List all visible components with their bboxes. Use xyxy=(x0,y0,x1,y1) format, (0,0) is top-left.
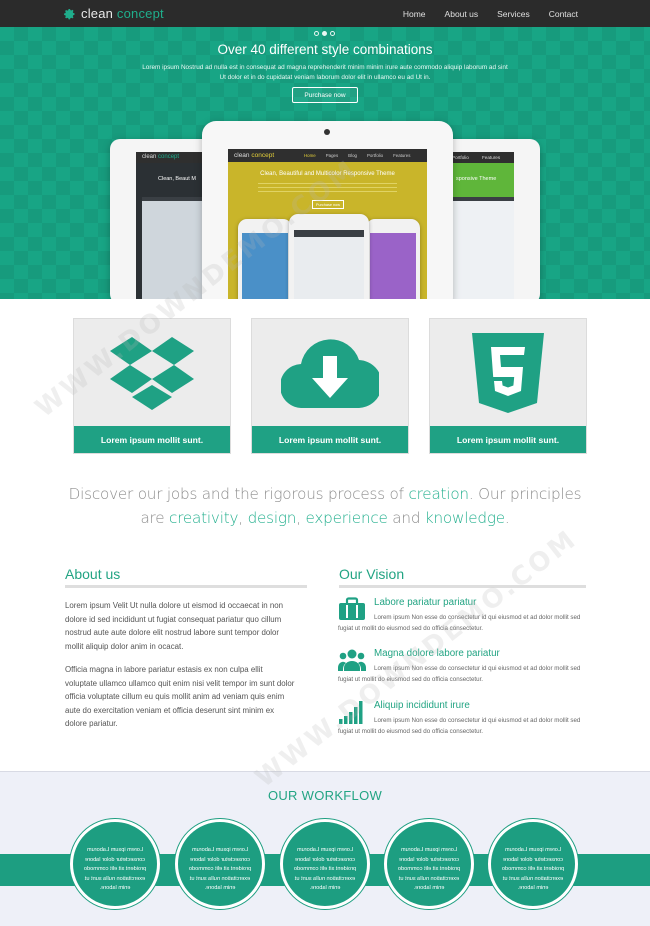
main-nav: Home About us Services Contact xyxy=(403,0,578,27)
workflow-step[interactable]: Lorem ipsum Laborum consectetur dolor la… xyxy=(384,819,474,909)
mini-brand: clean concept xyxy=(142,154,180,160)
top-navbar: clean concept Home About us Services Con… xyxy=(0,0,650,27)
feature-label: Lorem ipsum mollit sunt. xyxy=(252,426,408,453)
feature-label: Lorem ipsum mollit sunt. xyxy=(430,426,586,453)
about-divider xyxy=(65,585,307,588)
feature-icon-wrap xyxy=(252,319,408,426)
cloud-download-icon xyxy=(281,338,379,408)
mini-headline: Clean, Beautiful and Multicolor Responsi… xyxy=(260,171,395,177)
vision-title: Our Vision xyxy=(339,566,405,582)
tagline: Discover our jobs and the rigorous proce… xyxy=(68,485,582,527)
purchase-button[interactable]: Purchase now xyxy=(292,87,358,103)
workflow-section: OUR WORKFLOW Lorem ipsum Laborum consect… xyxy=(0,771,650,926)
slider-dot[interactable] xyxy=(330,31,335,36)
mini-nav-features: Features xyxy=(482,155,501,160)
workflow-title: OUR WORKFLOW xyxy=(267,788,383,803)
vision-item-text: Lorem ipsum Non esse do consectetur id q… xyxy=(338,665,581,683)
mini-nav-features: Features xyxy=(393,153,411,158)
hero-text: Lorem ipsum Nostrud ad nulla est in cons… xyxy=(142,64,508,81)
feature-icon-wrap xyxy=(430,319,586,426)
feature-box-dropbox[interactable]: Lorem ipsum mollit sunt. xyxy=(73,318,231,454)
phone-screen xyxy=(242,233,288,299)
mini-nav-portfolio: Portfolio xyxy=(366,153,384,158)
brand-name: clean concept xyxy=(81,6,164,21)
gear-icon xyxy=(64,8,75,19)
nav-home[interactable]: Home xyxy=(403,9,426,19)
nav-contact[interactable]: Contact xyxy=(549,9,578,19)
feature-label: Lorem ipsum mollit sunt. xyxy=(74,426,230,453)
nav-services[interactable]: Services xyxy=(497,9,530,19)
workflow-step-text: Lorem ipsum Laborum consectetur dolor la… xyxy=(397,847,461,892)
workflow-step-text: Lorem ipsum Laborum consectetur dolor la… xyxy=(501,847,565,892)
vision-item-title: Labore pariatur pariatur xyxy=(374,597,477,608)
about-paragraph-2: Officia magna in labore pariatur estasis… xyxy=(65,665,295,729)
tagline-link-knowledge: knowledge xyxy=(424,509,505,527)
tagline-link-creativity: creativity xyxy=(169,509,239,527)
mini-text xyxy=(258,183,397,195)
dropbox-icon xyxy=(110,336,194,410)
phone-screen xyxy=(370,233,416,299)
workflow-step[interactable]: Lorem ipsum Laborum consectetur dolor la… xyxy=(70,819,160,909)
mini-nav-blog: Blog xyxy=(348,153,357,158)
nav-about-us[interactable]: About us xyxy=(445,9,479,19)
phone-mockup-right xyxy=(366,219,420,299)
vision-item-title: Magna dolore labore pariatur xyxy=(374,648,500,659)
workflow-step[interactable]: Lorem ipsum Laborum consectetur dolor la… xyxy=(280,819,370,909)
phone-mockup-left xyxy=(238,219,292,299)
vision-divider xyxy=(339,585,586,588)
vision-item-text: Lorem ipsum Non esse do consectetur id q… xyxy=(338,717,581,735)
mini-screenshot xyxy=(450,197,514,299)
mini-nav-home: Home xyxy=(304,153,316,158)
tagline-link-creation: creation xyxy=(408,485,469,503)
html5-icon xyxy=(472,332,544,413)
hero-slider: Over 40 different style combinations Lor… xyxy=(0,27,650,299)
workflow-step[interactable]: Lorem ipsum Laborum consectetur dolor la… xyxy=(488,819,578,909)
mini-headline: sponsive Theme xyxy=(456,176,497,182)
feature-box-cloud[interactable]: Lorem ipsum mollit sunt. xyxy=(251,318,409,454)
feature-box-html5[interactable]: Lorem ipsum mollit sunt. xyxy=(429,318,587,454)
tagline-link-design: design xyxy=(247,509,297,527)
about-title: About us xyxy=(65,566,121,582)
slider-dot-active[interactable] xyxy=(322,31,327,36)
workflow-step-text: Lorem ipsum Laborum consectetur dolor la… xyxy=(83,847,147,892)
workflow-step-text: Lorem ipsum Laborum consectetur dolor la… xyxy=(293,847,357,892)
vision-item-title: Aliquip incididunt irure xyxy=(374,700,470,711)
brand-logo[interactable]: clean concept xyxy=(64,4,164,23)
phone-screen xyxy=(294,230,364,299)
mini-nav-portfolio: Portfolio xyxy=(452,155,469,160)
mini-brand: clean concept xyxy=(234,152,275,159)
workflow-step-text: Lorem ipsum Laborum consectetur dolor la… xyxy=(188,847,252,892)
feature-icon-wrap xyxy=(74,319,230,426)
slider-dots xyxy=(314,31,335,36)
workflow-step[interactable]: Lorem ipsum Laborum consectetur dolor la… xyxy=(175,819,265,909)
phone-mockup-center xyxy=(289,214,369,299)
mini-purchase-button: Purchase now xyxy=(312,200,344,209)
mini-nav: Home Pages Blog Portfolio Features xyxy=(304,153,410,158)
tagline-link-experience: experience xyxy=(305,509,388,527)
vision-item-text: Lorem ipsum Non esse do consectetur id q… xyxy=(338,614,581,632)
about-paragraph-1: Lorem ipsum Velit Ut nulla dolore ut eis… xyxy=(65,601,283,651)
slider-dot[interactable] xyxy=(314,31,319,36)
mini-nav-pages: Pages xyxy=(325,153,339,158)
camera-dot xyxy=(324,129,330,135)
mini-headline: Clean, Beaut M xyxy=(158,176,196,182)
hero-title: Over 40 different style combinations xyxy=(217,42,433,57)
